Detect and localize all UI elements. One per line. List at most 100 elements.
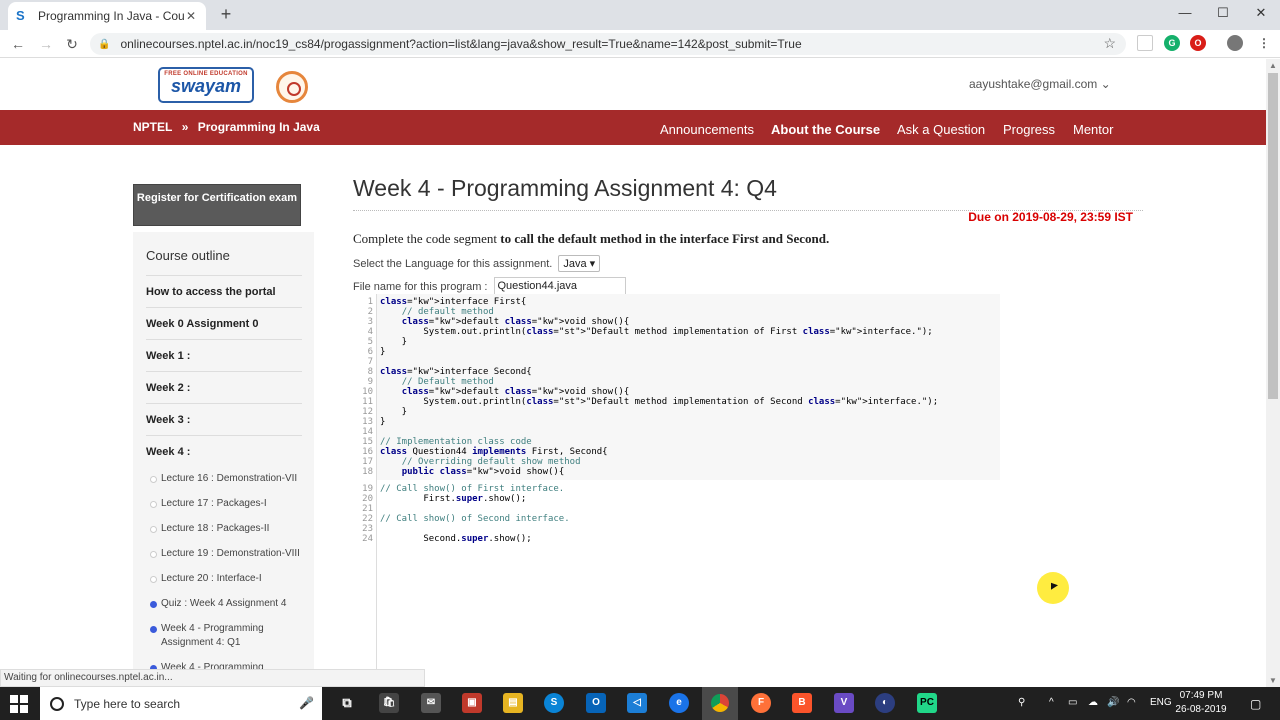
code-line[interactable]: 19// Call show() of First interface. xyxy=(355,484,1000,494)
forward-arrow-icon[interactable]: → xyxy=(36,34,56,54)
vscode-icon[interactable]: ◁ xyxy=(627,693,647,713)
minimize-icon[interactable]: — xyxy=(1166,0,1204,28)
browser-menu-icon[interactable]: ⋮ xyxy=(1256,35,1272,51)
edge-browser-icon[interactable]: e xyxy=(669,693,689,713)
scroll-up-icon[interactable]: ▲ xyxy=(1269,61,1277,70)
extension-page-icon[interactable] xyxy=(1137,35,1153,51)
eclipse-icon[interactable]: ◐ xyxy=(875,693,895,713)
breadcrumb-course[interactable]: Programming In Java xyxy=(198,120,320,134)
outline-week-item[interactable]: How to access the portal xyxy=(146,276,302,308)
code-line[interactable]: 24 Second.super.show(); xyxy=(355,534,1000,544)
windows-start-icon[interactable] xyxy=(10,695,28,713)
volume-icon[interactable]: 🔊 xyxy=(1107,697,1119,708)
outline-lecture-item[interactable]: Quiz : Week 4 Assignment 4 xyxy=(146,592,302,617)
pending-dot-icon xyxy=(150,576,157,583)
code-line[interactable]: 16 class Question44 implements First, Sec… xyxy=(355,447,1000,457)
outline-week-item[interactable]: Week 0 Assignment 0 xyxy=(146,308,302,340)
code-editor[interactable]: 1 class="kw">interface First{2 // default… xyxy=(355,294,1000,687)
code-line[interactable]: 20 First.super.show(); xyxy=(355,494,1000,504)
maximize-icon[interactable]: ☐ xyxy=(1204,0,1242,28)
code-line[interactable]: 2 // default method xyxy=(355,307,1000,317)
breadcrumb-nptel[interactable]: NPTEL xyxy=(133,120,172,134)
outline-lecture-item[interactable]: Lecture 16 : Demonstration-VII xyxy=(146,467,302,492)
browser-tab[interactable]: S Programming In Java - Course ✕ xyxy=(8,2,206,30)
skype-icon[interactable]: S xyxy=(544,693,564,713)
opera-extension-icon[interactable]: O xyxy=(1190,35,1206,51)
code-line[interactable]: 15// Implementation class code xyxy=(355,437,1000,447)
firefox-icon[interactable]: F xyxy=(751,693,771,713)
outline-lecture-item[interactable]: Lecture 18 : Packages-II xyxy=(146,517,302,542)
battery-icon[interactable]: ▭ xyxy=(1068,697,1077,708)
mail-icon[interactable]: ✉ xyxy=(421,693,441,713)
code-line[interactable]: 13} xyxy=(355,417,1000,427)
outline-week-item[interactable]: Week 4 : xyxy=(146,436,302,467)
line-number: 1 xyxy=(367,297,373,307)
code-line[interactable]: 21 xyxy=(355,504,1000,514)
pending-dot-icon xyxy=(150,551,157,558)
code-line[interactable]: 9 // Default method xyxy=(355,377,1000,387)
code-line[interactable]: 22// Call show() of Second interface. xyxy=(355,514,1000,524)
outline-week-item[interactable]: Week 1 : xyxy=(146,340,302,372)
code-line[interactable]: 6} xyxy=(355,347,1000,357)
reload-icon[interactable]: ↻ xyxy=(62,34,82,54)
new-tab-plus-icon[interactable]: + xyxy=(216,4,236,24)
swayam-logo[interactable]: FREE ONLINE EDUCATION swayam xyxy=(158,67,254,103)
code-line[interactable]: 4 System.out.println(class="st">"Default… xyxy=(355,327,1000,337)
visual-studio-icon[interactable]: V xyxy=(834,693,854,713)
page-scrollbar[interactable]: ▲ ▼ xyxy=(1266,59,1280,687)
outline-week-item[interactable]: Week 2 : xyxy=(146,372,302,404)
nav-about-course[interactable]: About the Course xyxy=(771,122,880,137)
input-language[interactable]: ENG xyxy=(1150,697,1172,708)
code-line[interactable]: 12 } xyxy=(355,407,1000,417)
code-line[interactable]: 10 class="kw">default class="kw">void sh… xyxy=(355,387,1000,397)
taskbar-search-box[interactable]: Type here to search 🎤 xyxy=(40,687,322,720)
outline-lecture-item[interactable]: Lecture 20 : Interface-I xyxy=(146,567,302,592)
show-hidden-icons-icon[interactable]: ^ xyxy=(1049,697,1054,708)
chrome-icon[interactable] xyxy=(702,687,738,720)
onedrive-icon[interactable]: ☁ xyxy=(1088,697,1098,708)
scrollbar-thumb[interactable] xyxy=(1268,73,1278,399)
code-line[interactable]: 23 xyxy=(355,524,1000,534)
outline-lecture-item[interactable]: Week 4 - Programming Assignment 4: Q1 xyxy=(146,617,302,656)
file-explorer-icon[interactable]: ▤ xyxy=(503,693,523,713)
outline-lecture-item[interactable]: Lecture 17 : Packages-I xyxy=(146,492,302,517)
outlook-icon[interactable]: O xyxy=(586,693,606,713)
scroll-down-icon[interactable]: ▼ xyxy=(1269,676,1277,685)
outline-lecture-item[interactable]: Lecture 19 : Demonstration-VIII xyxy=(146,542,302,567)
code-line[interactable]: 14 xyxy=(355,427,1000,437)
nav-progress[interactable]: Progress xyxy=(1003,122,1055,137)
code-line[interactable]: 5 } xyxy=(355,337,1000,347)
gift-app-icon[interactable]: ▣ xyxy=(462,693,482,713)
code-line[interactable]: 1 class="kw">interface First{ xyxy=(355,297,1000,307)
register-certification-button[interactable]: Register for Certification exam xyxy=(133,184,301,226)
tab-close-icon[interactable]: ✕ xyxy=(184,9,198,23)
address-bar[interactable]: 🔒 onlinecourses.nptel.ac.in/noc19_cs84/p… xyxy=(90,33,1126,55)
grammarly-extension-icon[interactable]: G xyxy=(1164,35,1180,51)
nav-ask-question[interactable]: Ask a Question xyxy=(897,122,985,137)
brave-icon[interactable]: B xyxy=(792,693,812,713)
system-clock[interactable]: 07:49 PM 26-08-2019 xyxy=(1175,689,1227,717)
code-line[interactable]: 11 System.out.println(class="st">"Defaul… xyxy=(355,397,1000,407)
pycharm-icon[interactable]: PC xyxy=(917,693,937,713)
code-line[interactable]: 18 public class="kw">void show(){ xyxy=(355,467,1000,477)
outline-week-item[interactable]: Week 3 : xyxy=(146,404,302,436)
wifi-icon[interactable]: ◠ xyxy=(1127,697,1136,708)
code-line[interactable]: 7 xyxy=(355,357,1000,367)
code-line[interactable]: 3 class="kw">default class="kw">void sho… xyxy=(355,317,1000,327)
notifications-icon[interactable]: ▢ xyxy=(1250,697,1261,711)
language-select[interactable]: Java ▾ xyxy=(558,255,601,272)
bookmark-star-icon[interactable]: ☆ xyxy=(1103,35,1116,52)
store-icon[interactable]: 🛍 xyxy=(379,693,399,713)
user-account-menu[interactable]: aayushtake@gmail.com ⌄ xyxy=(969,77,1111,91)
microphone-icon[interactable]: 🎤 xyxy=(299,696,314,710)
window-close-icon[interactable]: ✕ xyxy=(1242,0,1280,28)
code-line[interactable]: 17 // Overriding default show method xyxy=(355,457,1000,467)
people-icon[interactable]: ⚲ xyxy=(1018,697,1025,708)
line-number: 19 xyxy=(362,484,373,494)
profile-avatar-icon[interactable] xyxy=(1227,35,1243,51)
task-view-icon[interactable]: ⧉ xyxy=(337,693,357,713)
back-arrow-icon[interactable]: ← xyxy=(8,34,28,54)
code-line[interactable]: 8 class="kw">interface Second{ xyxy=(355,367,1000,377)
nav-announcements[interactable]: Announcements xyxy=(660,122,754,137)
nav-mentor[interactable]: Mentor xyxy=(1073,122,1113,137)
